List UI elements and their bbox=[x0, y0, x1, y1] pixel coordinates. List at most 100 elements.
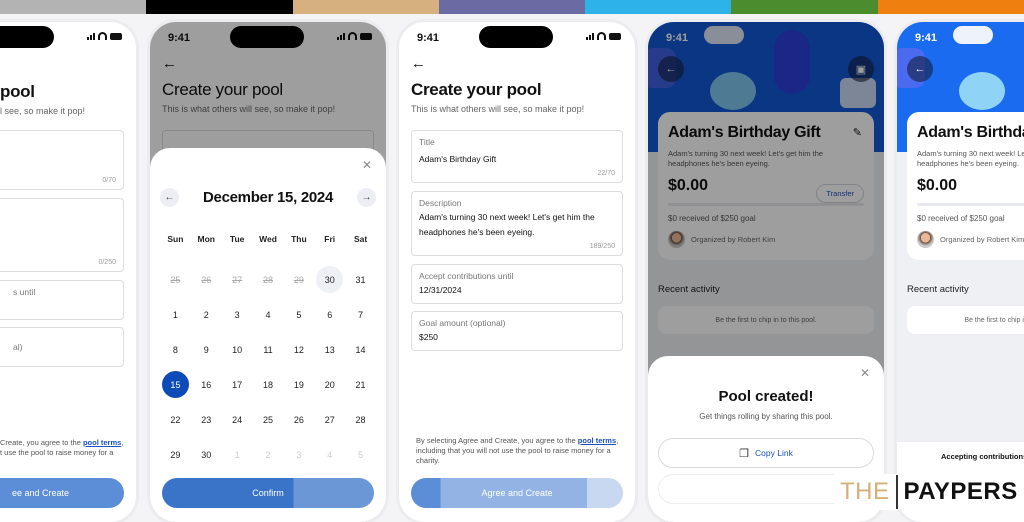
calendar-day[interactable]: 27 bbox=[314, 402, 345, 437]
calendar-day[interactable]: 14 bbox=[345, 332, 376, 367]
organizer-row: Organized by Robert Kim bbox=[917, 231, 1024, 248]
calendar-day: 26 bbox=[201, 274, 212, 285]
calendar-day: 25 bbox=[170, 274, 181, 285]
organizer-name: Organized by Robert Kim bbox=[940, 235, 1024, 244]
status-icons bbox=[586, 32, 621, 40]
dynamic-island bbox=[0, 26, 54, 48]
calendar-header: ← December 15, 2024 → bbox=[160, 186, 376, 208]
contributions-until-field[interactable]: Accept contributions until 12/31/2024 bbox=[411, 264, 623, 304]
phone-screen-pool-page: 9:41 ← Adam's Birthday Gift Adam's turni… bbox=[897, 22, 1024, 522]
calendar-day[interactable]: 5 bbox=[283, 297, 314, 332]
calendar-day[interactable]: 9 bbox=[191, 332, 222, 367]
calendar-grid: 25 26 27 28 29 30 31 1 2 3 4 5 6 7 8 9 10 11 12 13 14 15 16 17 1… bbox=[160, 262, 376, 472]
color-stripe-1 bbox=[0, 0, 147, 14]
calendar-day[interactable]: 3 bbox=[222, 297, 253, 332]
next-month-button[interactable]: → bbox=[357, 187, 376, 207]
calendar-day[interactable]: 29 bbox=[160, 437, 191, 472]
agree-create-button[interactable]: ee and Create bbox=[0, 478, 124, 508]
sheet-title: Pool created! bbox=[718, 388, 814, 405]
close-icon[interactable]: ✕ bbox=[860, 366, 870, 380]
title-value: Adam's Birthday Gift bbox=[419, 154, 497, 164]
calendar-day[interactable]: 10 bbox=[222, 332, 253, 367]
calendar-day[interactable]: 31 bbox=[345, 262, 376, 297]
calendar-day[interactable]: 21 bbox=[345, 367, 376, 402]
title-field[interactable]: 0/70 bbox=[0, 130, 124, 190]
calendar-day[interactable]: 24 bbox=[222, 402, 253, 437]
logo-the: THE bbox=[840, 478, 890, 505]
sheet-subtitle: Get things rolling by sharing this pool. bbox=[699, 412, 833, 421]
dynamic-island bbox=[479, 26, 553, 48]
calendar-day[interactable]: 25 bbox=[253, 402, 284, 437]
goal-progress-bar bbox=[917, 203, 1024, 206]
calendar-day[interactable]: 20 bbox=[314, 367, 345, 402]
status-time: 9:41 bbox=[417, 32, 440, 44]
calendar-day[interactable]: 23 bbox=[191, 402, 222, 437]
weekday-label: Wed bbox=[259, 234, 277, 244]
weekday-label: Sun bbox=[167, 234, 184, 244]
pool-terms-link[interactable]: pool terms bbox=[83, 438, 121, 447]
status-icons bbox=[87, 32, 122, 40]
color-stripe-6 bbox=[731, 0, 878, 14]
calendar-day: 1 bbox=[234, 449, 240, 460]
copy-link-button[interactable]: ❐ Copy Link bbox=[658, 438, 874, 468]
calendar-day[interactable]: 6 bbox=[314, 297, 345, 332]
description-counter: 189/250 bbox=[589, 243, 615, 250]
logo-paypers: PAYPERS bbox=[903, 478, 1018, 505]
pool-title: Adam's Birthday Gift bbox=[917, 124, 1024, 141]
accepting-contributions-text: Accepting contributions bbox=[941, 452, 1024, 461]
confirm-button[interactable]: Confirm bbox=[162, 478, 374, 508]
goal-amount-label: al) bbox=[13, 342, 23, 352]
calendar-day[interactable]: 26 bbox=[283, 402, 314, 437]
calendar-day[interactable]: 19 bbox=[283, 367, 314, 402]
calendar-day: 27 bbox=[232, 274, 243, 285]
title-counter: 22/70 bbox=[597, 170, 615, 177]
color-stripe-5 bbox=[585, 0, 732, 14]
weekday-label: Tue bbox=[229, 234, 245, 244]
calendar-day[interactable]: 18 bbox=[253, 367, 284, 402]
goal-amount-label: Goal amount (optional) bbox=[419, 318, 506, 328]
organizer-avatar bbox=[917, 231, 934, 248]
calendar-day: 5 bbox=[358, 449, 364, 460]
phone-screen-date-picker: 9:41 ← Create your pool This is what oth… bbox=[150, 22, 386, 522]
calendar-day[interactable]: 2 bbox=[191, 297, 222, 332]
title-field[interactable]: Title Adam's Birthday Gift 22/70 bbox=[411, 130, 623, 183]
calendar-day-selected[interactable]: 15 bbox=[160, 367, 191, 402]
calendar-day[interactable]: 22 bbox=[160, 402, 191, 437]
agree-create-button[interactable]: Agree and Create bbox=[411, 478, 623, 508]
signal-icon bbox=[586, 33, 594, 40]
color-stripe-2 bbox=[146, 0, 293, 14]
back-arrow-icon[interactable]: ← bbox=[411, 55, 426, 72]
back-button[interactable]: ← bbox=[907, 56, 933, 82]
description-field[interactable]: Description Adam's turning 30 next week!… bbox=[411, 191, 623, 256]
description-field[interactable]: 0/250 bbox=[0, 198, 124, 272]
contributions-until-field[interactable]: s until bbox=[0, 280, 124, 320]
weekday-label: Fri bbox=[324, 234, 336, 244]
calendar-day[interactable]: 17 bbox=[222, 367, 253, 402]
calendar-day[interactable]: 28 bbox=[345, 402, 376, 437]
calendar-day[interactable]: 16 bbox=[191, 367, 222, 402]
goal-amount-field[interactable]: al) bbox=[0, 327, 124, 367]
calendar-day[interactable]: 13 bbox=[314, 332, 345, 367]
contributions-until-value: 12/31/2024 bbox=[419, 285, 462, 295]
calendar-day[interactable]: 11 bbox=[253, 332, 284, 367]
calendar-day[interactable]: 30 bbox=[314, 262, 345, 297]
close-icon[interactable]: ✕ bbox=[362, 158, 372, 172]
battery-icon bbox=[609, 33, 621, 40]
status-time: 9:41 bbox=[915, 32, 938, 44]
prev-month-button[interactable]: ← bbox=[160, 187, 179, 207]
pool-terms-link[interactable]: pool terms bbox=[578, 436, 616, 445]
calendar-day[interactable]: 1 bbox=[160, 297, 191, 332]
terms-prefix: By selecting Agree and Create, you agree… bbox=[416, 436, 578, 445]
contributions-until-label: s until bbox=[13, 287, 36, 297]
pool-card: Adam's Birthday Gift Adam's turning 30 n… bbox=[907, 112, 1024, 260]
calendar-day[interactable]: 30 bbox=[191, 437, 222, 472]
calendar-day[interactable]: 8 bbox=[160, 332, 191, 367]
weekday-label: Thu bbox=[291, 234, 307, 244]
page-subtitle: This is what others will see, so make it… bbox=[411, 104, 585, 114]
goal-amount-field[interactable]: Goal amount (optional) $250 bbox=[411, 311, 623, 351]
contributions-until-label: Accept contributions until bbox=[419, 271, 514, 281]
color-stripe-3 bbox=[292, 0, 439, 14]
calendar-day[interactable]: 4 bbox=[253, 297, 284, 332]
calendar-day[interactable]: 12 bbox=[283, 332, 314, 367]
calendar-day[interactable]: 7 bbox=[345, 297, 376, 332]
